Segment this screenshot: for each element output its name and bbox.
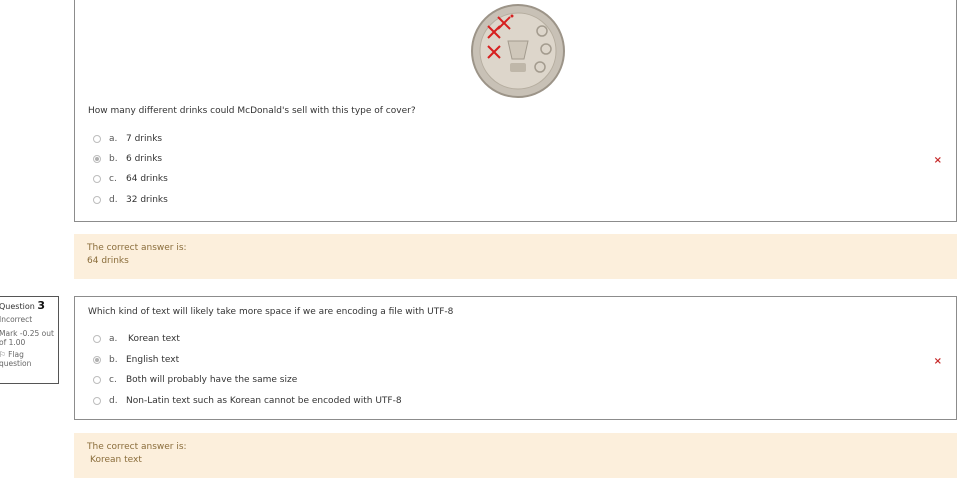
question-2-feedback: The correct answer is: 64 drinks [74, 234, 957, 279]
cup-lid-image [471, 4, 565, 98]
feedback-answer: 64 drinks [87, 256, 129, 266]
feedback-title: The correct answer is: [87, 243, 187, 253]
option-label: Both will probably have the same size [126, 375, 298, 385]
question-3-option-b[interactable]: b. English text [93, 355, 179, 365]
feedback-answer: Korean text [90, 455, 142, 465]
question-2-option-a[interactable]: a. 7 drinks [93, 134, 162, 144]
radio-icon[interactable] [93, 335, 101, 343]
radio-icon[interactable] [93, 196, 101, 204]
question-2-text: How many different drinks could McDonald… [88, 106, 416, 116]
question-3-option-a[interactable]: a. Korean text [93, 334, 180, 344]
question-mark: Mark -0.25 out of 1.00 [0, 329, 54, 347]
option-label: 6 drinks [126, 154, 163, 164]
flag-icon[interactable]: ⚐ [0, 350, 6, 359]
option-label: 64 drinks [126, 174, 168, 184]
question-3-info: Question 3 Incorrect Mark -0.25 out of 1… [0, 296, 59, 384]
question-status: Incorrect [0, 315, 33, 324]
option-label: Korean text [128, 334, 180, 344]
question-2-option-b[interactable]: b. 6 drinks [93, 154, 162, 164]
question-2-option-d[interactable]: d. 32 drinks [93, 195, 168, 205]
question-2-option-c[interactable]: c. 64 drinks [93, 174, 168, 184]
radio-checked-icon[interactable] [93, 356, 101, 364]
question-3-option-c[interactable]: c. Both will probably have the same size [93, 375, 297, 385]
option-label: Non-Latin text such as Korean cannot be … [126, 396, 402, 406]
question-2-content: How many different drinks could McDonald… [74, 0, 957, 222]
incorrect-icon: × [933, 356, 942, 367]
question-3-content: Which kind of text will likely take more… [74, 296, 957, 420]
question-3-feedback: The correct answer is: Korean text [74, 433, 957, 478]
flag-question-link[interactable]: ⚐ Flag question [0, 350, 56, 368]
question-3-text: Which kind of text will likely take more… [88, 307, 454, 317]
question-3-option-d[interactable]: d. Non-Latin text such as Korean cannot … [93, 396, 402, 406]
incorrect-icon: × [933, 155, 942, 166]
feedback-title: The correct answer is: [87, 442, 187, 452]
radio-icon[interactable] [93, 135, 101, 143]
radio-icon[interactable] [93, 376, 101, 384]
option-label: 7 drinks [126, 134, 163, 144]
radio-icon[interactable] [93, 175, 101, 183]
option-label: 32 drinks [126, 195, 168, 205]
question-number: Question 3 [0, 299, 45, 312]
radio-checked-icon[interactable] [93, 155, 101, 163]
radio-icon[interactable] [93, 397, 101, 405]
option-label: English text [126, 355, 180, 365]
